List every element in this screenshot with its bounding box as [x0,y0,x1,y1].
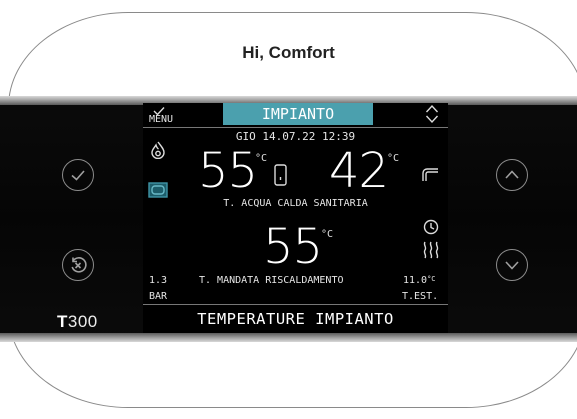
up-icon [505,170,519,179]
flame-icon [151,141,165,164]
datetime: GIO 14.07.22 12:39 [235,130,356,143]
back-button[interactable] [62,249,94,281]
faucet-icon [421,167,439,188]
down-button[interactable] [496,249,528,281]
footer-title: TEMPERATURE IMPIANTO [197,310,394,328]
dhw-temperature: 55 [198,143,258,199]
confirm-button[interactable] [62,159,94,191]
up-button[interactable] [496,159,528,191]
panel-edge-bottom [0,333,577,342]
brand-logo: T300 [57,312,98,331]
dhw-unit: °C [255,153,268,164]
outdoor-label: T.EST. [402,291,439,302]
menu-label[interactable]: MENU [149,114,173,125]
dhw-actual-temperature: 42 [329,143,389,199]
clock-icon [423,219,439,240]
dhw-actual-unit: °C [387,153,400,164]
up-down-icon[interactable] [425,104,439,129]
heat-waves-icon [422,241,440,266]
footer-divider [143,304,448,305]
check-icon [71,170,85,181]
greeting-text: Hi, Comfort [242,43,335,62]
tank-icon [274,164,287,191]
heating-unit: °C [321,229,334,240]
display-screen: MENU IMPIANTO GIO 14.07.22 12:39 55 °C 4… [143,103,448,333]
heating-temperature: 55 [263,219,323,275]
pressure-value: 1.3 [149,275,168,286]
down-icon [505,261,519,270]
tab-impianto[interactable]: IMPIANTO [223,103,373,125]
outdoor-value: 11.0°C [403,275,436,286]
dhw-label: T. ACQUA CALDA SANITARIA [223,198,368,209]
back-icon [71,257,87,273]
header-divider [143,127,448,128]
pressure-unit: BAR [149,291,168,302]
heating-label: T. MANDATA RISCALDAMENTO [199,275,344,286]
